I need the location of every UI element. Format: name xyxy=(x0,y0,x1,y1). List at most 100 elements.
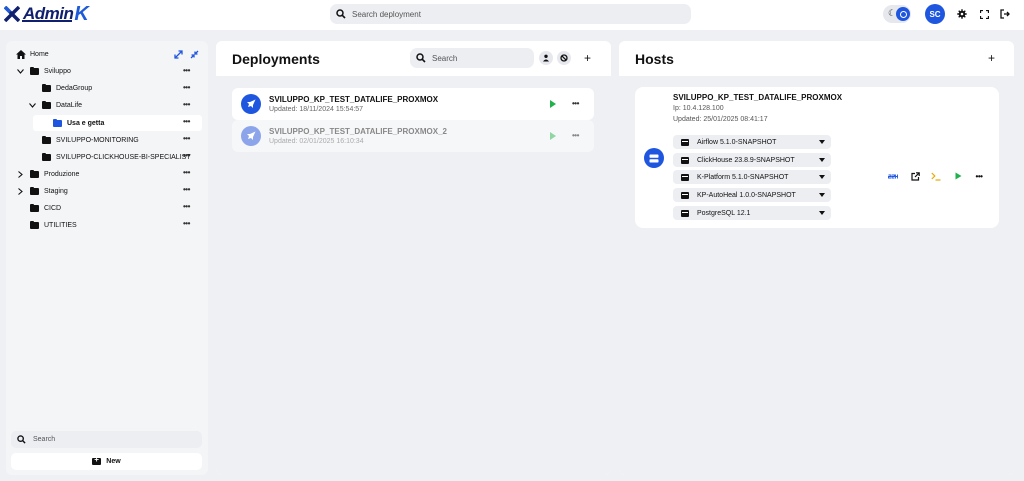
user-avatar[interactable]: SC xyxy=(925,4,945,24)
theme-toggle[interactable]: ☾ xyxy=(883,5,911,23)
tree-item-usa-e-getta[interactable]: Usa e getta xyxy=(53,116,104,131)
deployments-title: Deployments xyxy=(232,51,320,67)
tree-item-label: Home xyxy=(30,51,49,58)
folder-icon xyxy=(42,100,51,109)
more-icon[interactable]: ••• xyxy=(183,117,190,126)
service-select[interactable]: PostgreSQL 12.1 xyxy=(673,206,831,220)
tree-item-sviluppo-clickhouse[interactable]: SVILUPPO-CLICKHOUSE-BI-SPECIALIST xyxy=(42,150,191,165)
folder-icon xyxy=(53,118,62,127)
more-icon[interactable]: ••• xyxy=(183,66,190,75)
more-icon[interactable]: ••• xyxy=(183,185,190,194)
folder-icon xyxy=(30,169,39,178)
upload-button[interactable] xyxy=(539,51,553,65)
tree-item-label: SVILUPPO-CLICKHOUSE-BI-SPECIALIST xyxy=(56,154,191,161)
hosts-title: Hosts xyxy=(635,51,674,67)
tree-search-input[interactable]: Search xyxy=(11,431,202,448)
ssh-icon[interactable] xyxy=(887,171,899,181)
caret-down-icon xyxy=(819,158,825,162)
calendar-icon xyxy=(681,173,689,181)
host-name: SVILUPPO_KP_TEST_DATALIFE_PROXMOX xyxy=(673,93,843,102)
tree-item-staging[interactable]: Staging xyxy=(16,184,68,199)
calendar-icon xyxy=(681,191,689,199)
tree-item-label: DedaGroup xyxy=(56,85,93,92)
gear-icon[interactable] xyxy=(956,8,968,20)
more-icon[interactable]: ••• xyxy=(183,168,190,177)
caret-down-icon xyxy=(819,211,825,215)
tree-item-utilities[interactable]: UTILITIES xyxy=(30,218,77,233)
tree-item-sviluppo[interactable]: Sviluppo xyxy=(16,64,71,79)
tree-item-label: Usa e getta xyxy=(67,120,105,127)
tree-item-sviluppo-monitoring[interactable]: SVILUPPO-MONITORING xyxy=(42,133,139,148)
tree-item-label: UTILITIES xyxy=(44,222,77,229)
service-select[interactable]: ClickHouse 23.8.9-SNAPSHOT xyxy=(673,153,831,167)
collapse-all-icon[interactable] xyxy=(188,48,200,60)
tree-item-dedagroup[interactable]: DedaGroup xyxy=(42,81,92,96)
add-host-button[interactable]: + xyxy=(988,52,995,64)
more-icon[interactable]: ••• xyxy=(183,219,190,228)
deployment-card[interactable]: SVILUPPO_KP_TEST_DATALIFE_PROXMOX Update… xyxy=(232,88,594,120)
folder-icon xyxy=(30,66,39,75)
service-select[interactable]: KP-AutoHeal 1.0.0-SNAPSHOT xyxy=(673,188,831,202)
terminal-icon[interactable] xyxy=(930,171,942,181)
more-icon[interactable]: ••• xyxy=(183,83,190,92)
more-icon[interactable]: ••• xyxy=(183,134,190,143)
folder-icon xyxy=(30,220,39,229)
fullscreen-icon[interactable] xyxy=(978,8,990,20)
service-select[interactable]: Airflow 5.1.0-SNAPSHOT xyxy=(673,135,831,149)
sun-icon xyxy=(896,7,910,21)
caret-down-icon xyxy=(819,193,825,197)
play-icon[interactable] xyxy=(952,171,964,181)
chevron-right-icon[interactable] xyxy=(16,187,24,195)
logo-suffix: K xyxy=(74,2,89,25)
deployments-search-input[interactable]: Search xyxy=(410,48,534,68)
deployment-card[interactable]: SVILUPPO_KP_TEST_DATALIFE_PROXMOX_2 Upda… xyxy=(232,120,594,152)
tree-item-produzione[interactable]: Produzione xyxy=(16,167,79,182)
deployment-search-input[interactable]: Search deployment xyxy=(330,4,691,24)
service-select[interactable]: K-Platform 5.1.0-SNAPSHOT xyxy=(673,170,831,184)
folder-icon xyxy=(30,203,39,212)
caret-down-icon xyxy=(819,140,825,144)
play-icon[interactable] xyxy=(550,132,556,140)
chevron-down-icon[interactable] xyxy=(28,101,36,109)
tree-item-label: Sviluppo xyxy=(44,68,71,75)
search-icon xyxy=(17,435,26,444)
logo-underline xyxy=(22,20,72,22)
service-label: KP-AutoHeal 1.0.0-SNAPSHOT xyxy=(697,191,796,199)
more-icon[interactable]: ••• xyxy=(183,100,190,109)
more-icon[interactable]: ••• xyxy=(183,202,190,211)
tree-item-datalife[interactable]: DataLife xyxy=(28,98,82,113)
tree-item-label: SVILUPPO-MONITORING xyxy=(56,137,139,144)
deployment-updated: Updated: 18/11/2024 15:54:57 xyxy=(269,106,364,113)
host-card[interactable]: SVILUPPO_KP_TEST_DATALIFE_PROXMOX Ip: 10… xyxy=(635,87,999,228)
deployment-updated: Updated: 02/01/2025 16:10:34 xyxy=(269,138,364,145)
tree-item-label: CICD xyxy=(44,205,62,212)
add-deployment-button[interactable]: + xyxy=(584,52,591,64)
calendar-icon xyxy=(681,138,689,146)
deployment-name: SVILUPPO_KP_TEST_DATALIFE_PROXMOX_2 xyxy=(269,127,447,136)
upload-user-icon xyxy=(543,54,549,62)
more-icon[interactable]: ••• xyxy=(972,171,986,181)
rocket-icon xyxy=(241,94,261,114)
logo-x-icon xyxy=(3,5,21,23)
top-bar: Admin K Search deployment ☾ SC xyxy=(0,0,1024,30)
search-icon xyxy=(336,9,346,19)
more-icon[interactable]: ••• xyxy=(183,151,190,160)
service-label: Airflow 5.1.0-SNAPSHOT xyxy=(697,138,777,146)
tree-item-label: Staging xyxy=(44,188,68,195)
calendar-icon xyxy=(681,156,689,164)
expand-all-icon[interactable] xyxy=(172,48,184,60)
disable-button[interactable] xyxy=(557,51,571,65)
block-icon xyxy=(560,54,568,62)
chevron-down-icon[interactable] xyxy=(16,67,24,75)
chevron-right-icon[interactable] xyxy=(16,170,24,178)
more-icon[interactable]: ••• xyxy=(572,99,579,108)
new-button[interactable]: New xyxy=(11,453,202,470)
tree-item-cicd[interactable]: CICD xyxy=(30,201,61,216)
home-icon xyxy=(16,50,26,59)
tree-item-home[interactable]: Home xyxy=(16,47,49,62)
more-icon[interactable]: ••• xyxy=(572,131,579,140)
logout-icon[interactable] xyxy=(999,8,1011,20)
play-icon[interactable] xyxy=(550,100,556,108)
caret-down-icon xyxy=(819,175,825,179)
open-external-icon[interactable] xyxy=(909,171,921,181)
